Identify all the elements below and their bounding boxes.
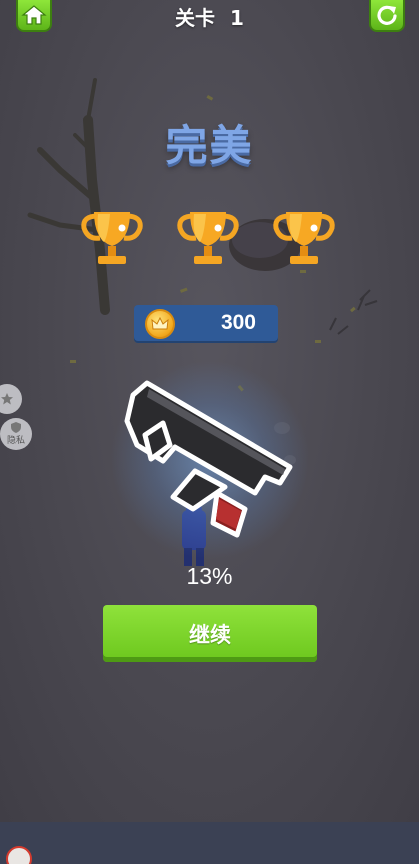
star-icon [1,393,13,405]
continue-button[interactable]: 继续 [103,605,317,662]
privacy-button[interactable]: 隐私 [0,418,32,450]
crown-icon [151,317,169,330]
restart-icon [377,5,397,25]
submachine-gun-icon [124,380,293,538]
restart-button[interactable] [369,0,405,32]
result-title: 完美 [165,121,254,170]
unlock-progress: 13% [186,563,233,589]
trophy-icon-1 [81,212,143,264]
coin-reward-panel: 300 [134,305,278,343]
trophy-icon-3 [273,212,335,264]
trophy-icon-2 [177,212,239,264]
bottom-banner [0,822,419,864]
coin-icon [145,309,175,339]
shield-icon [11,422,21,433]
privacy-label: 隐私 [6,436,25,446]
level-number: 1 [230,6,244,30]
coin-amount: 300 [220,311,256,334]
level-label: 关卡 [175,6,216,30]
level-title: 关卡 1 [0,2,419,31]
